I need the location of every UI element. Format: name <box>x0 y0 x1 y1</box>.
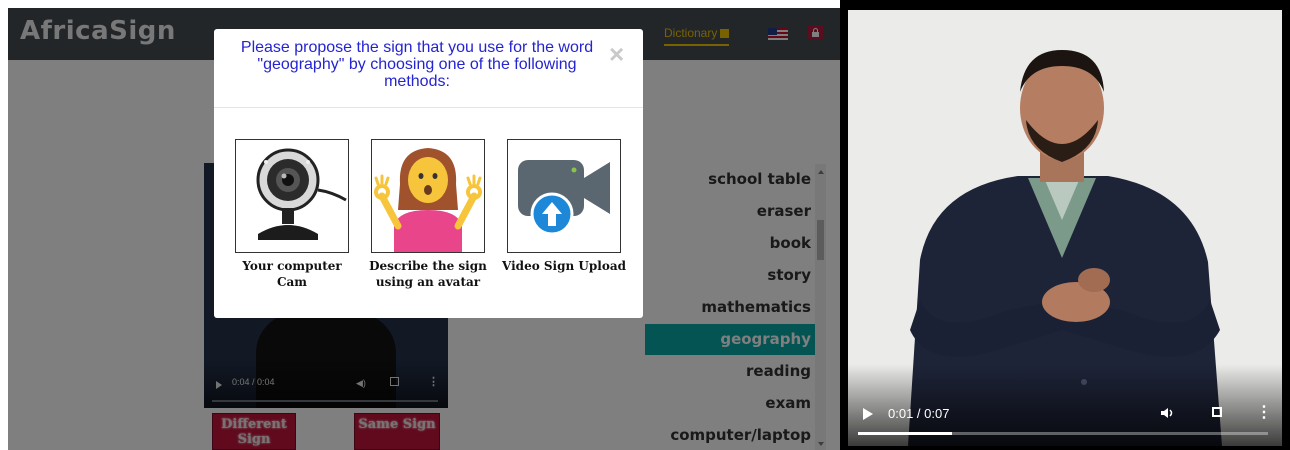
africasign-app: AfricaSign Dictionary 0:04 / 0:04 ◀) ⋮ D… <box>8 8 840 450</box>
propose-sign-modal: Please propose the sign that you use for… <box>214 29 643 318</box>
video-upload-icon[interactable] <box>507 139 621 253</box>
more-options-icon[interactable]: ⋮ <box>1256 402 1272 422</box>
option-computer-cam[interactable]: Your computer Cam <box>235 139 349 290</box>
large-video-time: 0:01 / 0:07 <box>888 406 950 421</box>
avatar-icon[interactable] <box>371 139 485 253</box>
modal-title: Please propose the sign that you use for… <box>240 39 594 90</box>
play-icon[interactable] <box>863 408 873 420</box>
option-video-upload[interactable]: Video Sign Upload <box>502 139 626 274</box>
option-caption-avatar: Describe the sign using an avatar <box>369 259 487 289</box>
volume-icon[interactable] <box>1160 406 1174 420</box>
close-icon[interactable]: × <box>609 41 624 67</box>
option-avatar[interactable]: Describe the sign using an avatar <box>369 139 487 290</box>
fullscreen-icon[interactable] <box>1212 407 1222 417</box>
option-caption-cam: Your computer Cam <box>242 259 342 289</box>
sign-video-player-large[interactable]: 0:01 / 0:07 ⋮ <box>840 0 1290 450</box>
large-video-progress-fill <box>858 432 953 435</box>
webcam-icon[interactable] <box>235 139 349 253</box>
large-video-controls: 0:01 / 0:07 ⋮ <box>848 364 1282 446</box>
modal-header: Please propose the sign that you use for… <box>214 29 643 108</box>
option-caption-upload: Video Sign Upload <box>502 259 626 273</box>
